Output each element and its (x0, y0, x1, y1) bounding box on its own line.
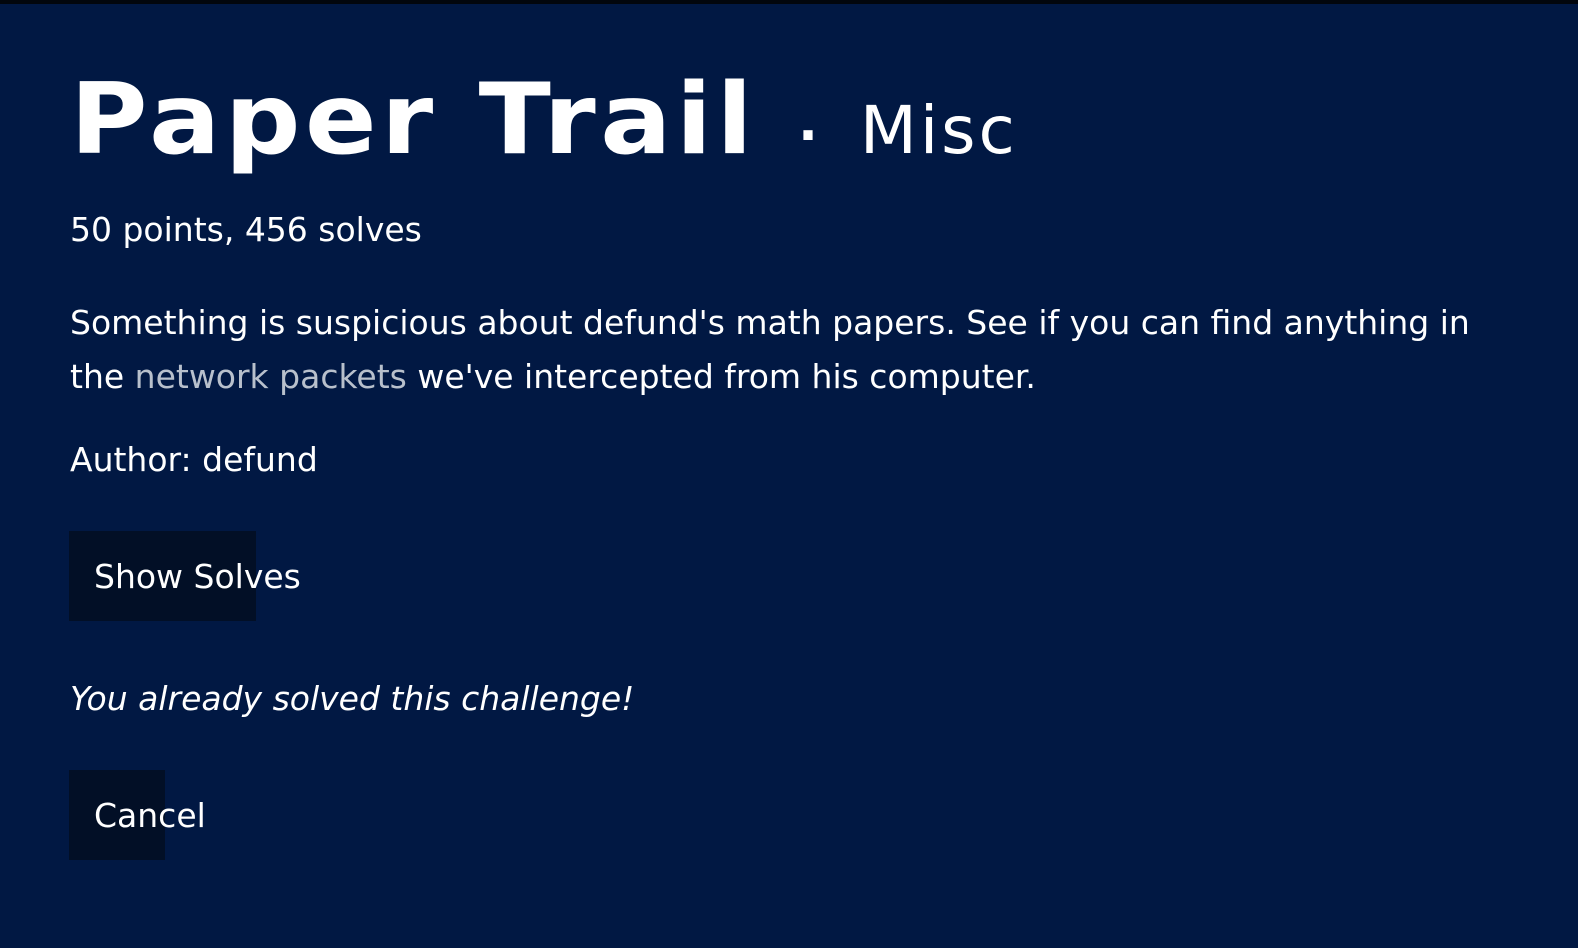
network-packets-link[interactable]: network packets (135, 357, 407, 396)
show-solves-button[interactable]: Show Solves (69, 531, 301, 621)
challenge-title: Paper Trail (70, 63, 758, 177)
description-text-after: we've intercepted from his computer. (406, 357, 1036, 396)
challenge-category: Misc (859, 92, 1018, 169)
solved-message: You already solved this challenge! (70, 679, 635, 718)
challenge-description: Something is suspicious about defund's m… (70, 296, 1500, 404)
challenge-author: Author: defund (70, 440, 318, 479)
title-separator: · (798, 106, 818, 166)
challenge-stats: 50 points, 456 solves (70, 210, 422, 249)
challenge-modal: Paper Trail · Misc 50 points, 456 solves… (0, 4, 1578, 948)
cancel-button[interactable]: Cancel (69, 770, 206, 860)
challenge-header: Paper Trail · Misc (70, 60, 1018, 180)
